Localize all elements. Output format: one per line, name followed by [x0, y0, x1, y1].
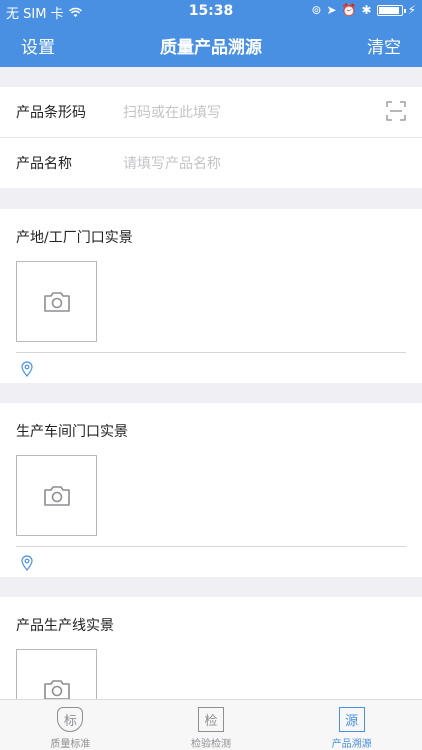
section-title: 产地/工厂门口实景	[16, 230, 133, 246]
bluetooth-icon: ✱	[361, 3, 372, 17]
tab-label: 质量标准	[50, 739, 91, 750]
nav-bar: 设置 质量产品溯源 清空	[0, 22, 422, 66]
divider	[16, 546, 406, 547]
tab-label: 检验检测	[191, 739, 231, 750]
barcode-input[interactable]: 扫码或在此填写	[123, 102, 221, 122]
location-pin-icon[interactable]	[20, 555, 34, 571]
photo-section-workshop: 生产车间门口实景	[0, 403, 422, 577]
add-photo-button[interactable]	[16, 649, 97, 699]
tab-quality-standard[interactable]: 标 质量标准	[0, 700, 141, 750]
camera-icon	[43, 679, 70, 699]
tab-bar: 标 质量标准 检 检验检测 源 产品溯源	[0, 699, 422, 750]
divider	[16, 352, 406, 353]
battery-icon	[376, 4, 406, 16]
section-title: 生产车间门口实景	[16, 424, 128, 440]
rotation-lock-icon: ⊚	[311, 3, 322, 17]
barcode-row: 产品条形码 扫码或在此填写	[0, 87, 422, 137]
product-name-label: 产品名称	[16, 156, 72, 172]
shield-icon: 标	[57, 707, 84, 732]
tab-label: 产品溯源	[331, 739, 372, 750]
alarm-icon: ⏰	[341, 3, 357, 17]
charging-icon: ⚡	[407, 3, 416, 17]
status-right: ⊚ ➤ ⏰ ✱ ⚡	[311, 3, 416, 17]
barcode-label: 产品条形码	[16, 105, 86, 121]
location-pin-icon[interactable]	[20, 361, 34, 377]
inspect-icon: 检	[198, 707, 224, 732]
section-title: 产品生产线实景	[16, 618, 114, 634]
trace-icon: 源	[338, 707, 365, 732]
photo-section-factory: 产地/工厂门口实景	[0, 209, 422, 383]
main-content: 产品条形码 扫码或在此填写 产品名称 请填写产品名称 产地/工厂门口实景 生产车…	[0, 67, 422, 699]
tab-traceability[interactable]: 源 产品溯源	[281, 700, 422, 750]
top-bar: 无 SIM 卡 15:38 ⊚ ➤ ⏰ ✱ ⚡ 设置 质量产品溯源 清空	[0, 0, 422, 67]
camera-icon	[43, 485, 70, 506]
clear-button[interactable]: 清空	[367, 33, 401, 58]
status-bar: 无 SIM 卡 15:38 ⊚ ➤ ⏰ ✱ ⚡	[0, 0, 422, 22]
tab-inspection[interactable]: 检 检验检测	[141, 700, 282, 750]
product-name-row: 产品名称 请填写产品名称	[0, 138, 422, 188]
add-photo-button[interactable]	[16, 261, 97, 342]
add-photo-button[interactable]	[16, 455, 97, 536]
photo-section-line: 产品生产线实景	[0, 597, 422, 699]
scan-icon[interactable]	[386, 101, 406, 121]
page-title: 质量产品溯源	[160, 38, 262, 58]
location-arrow-icon: ➤	[326, 3, 337, 17]
camera-icon	[43, 291, 70, 312]
product-name-input[interactable]: 请填写产品名称	[123, 153, 221, 173]
